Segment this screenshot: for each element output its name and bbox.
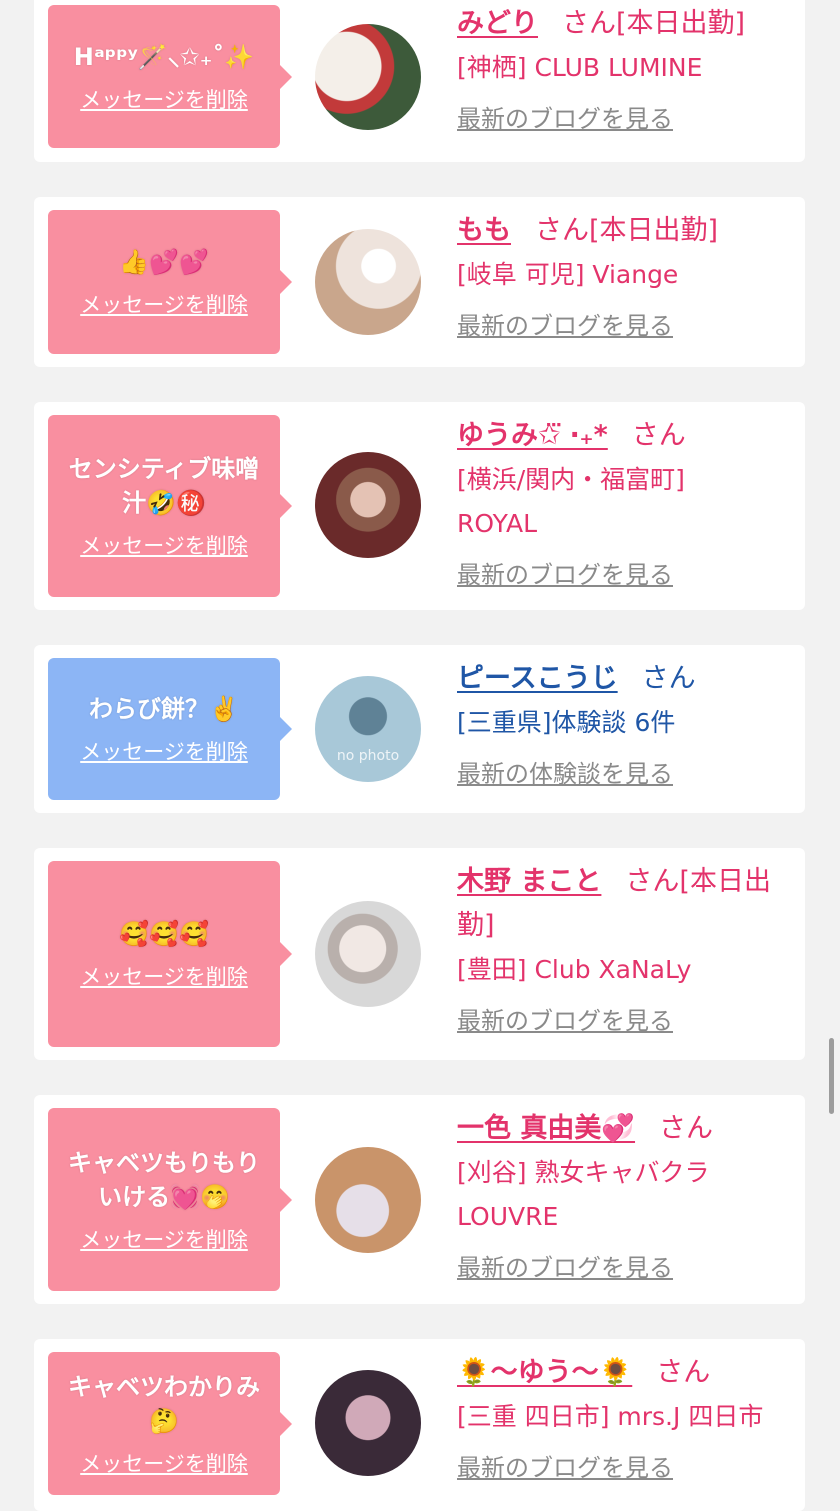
profile-info: もも さん[本日出勤] [岐阜 可児] Viange 最新のブログを見る — [457, 209, 795, 343]
shop-info: [岐阜 可児] Viange — [457, 260, 679, 289]
profile-name-link[interactable]: もも — [457, 215, 511, 246]
delete-message-link[interactable]: メッセージを削除 — [80, 1448, 248, 1478]
honorific: さん — [535, 215, 589, 246]
honorific: さん — [625, 866, 680, 897]
message-bubble: 🥰🥰🥰 メッセージを削除 — [48, 861, 292, 1047]
no-photo-label: no photo — [336, 748, 400, 764]
list-item: わらび餅？✌️ メッセージを削除 no photo ピースこうじ さん [三重県]… — [34, 645, 805, 813]
latest-blog-link[interactable]: 最新のブログを見る — [457, 1004, 795, 1038]
honorific: さん — [631, 420, 686, 451]
latest-blog-link[interactable]: 最新のブログを見る — [457, 102, 795, 136]
message-bubble: 👍💕💕 メッセージを削除 — [48, 210, 292, 354]
message-text: キャベツわかりみ🤔 — [68, 1372, 260, 1435]
message-text: キャベツもりもりいける💓🤭 — [68, 1148, 260, 1211]
shop-info: [横浜/関内・福富町] ROYAL — [457, 465, 685, 538]
shop-info: [三重 四日市] mrs.J 四日市 — [457, 1402, 764, 1431]
avatar[interactable] — [315, 1370, 421, 1476]
message-text: Hᵃᵖᵖʸ🪄⸜✩₊˚✨ — [73, 42, 255, 71]
message-text: わらび餅？✌️ — [89, 695, 239, 723]
avatar[interactable] — [315, 24, 421, 130]
avatar[interactable] — [315, 901, 421, 1007]
profile-info: ピースこうじ さん [三重県]体験談 6件 最新の体験談を見る — [457, 657, 795, 791]
list-item: キャベツもりもりいける💓🤭 メッセージを削除 一色 真由美💞 さん [刈谷] 熟女… — [34, 1095, 805, 1304]
profile-name-link[interactable]: 🌻〜ゆう〜🌻 — [457, 1357, 632, 1388]
message-bubble: キャベツわかりみ🤔 メッセージを削除 — [48, 1352, 292, 1495]
message-text: 🥰🥰🥰 — [119, 920, 209, 948]
latest-review-link[interactable]: 最新の体験談を見る — [457, 757, 795, 791]
avatar[interactable] — [315, 1147, 421, 1253]
honorific: さん — [659, 1113, 714, 1144]
status-badge: [本日出勤] — [589, 215, 719, 246]
shop-info: [豊田] Club XaNaLy — [457, 955, 692, 984]
delete-message-link[interactable]: メッセージを削除 — [80, 84, 248, 114]
delete-message-link[interactable]: メッセージを削除 — [80, 1224, 248, 1254]
avatar[interactable]: no photo — [315, 676, 421, 782]
message-bubble: センシティブ味噌汁🤣㊙️ メッセージを削除 — [48, 415, 292, 597]
delete-message-link[interactable]: メッセージを削除 — [80, 289, 248, 319]
profile-name-link[interactable]: ゆうみ✩⃛ ‧₊* — [457, 420, 608, 451]
message-text: 👍💕💕 — [119, 248, 209, 276]
message-text: センシティブ味噌汁🤣㊙️ — [68, 455, 260, 517]
avatar[interactable] — [315, 229, 421, 335]
profile-info: 🌻〜ゆう〜🌻 さん [三重 四日市] mrs.J 四日市 最新のブログを見る — [457, 1351, 795, 1485]
latest-blog-link[interactable]: 最新のブログを見る — [457, 558, 795, 592]
profile-name-link[interactable]: 木野 まこと — [457, 866, 601, 897]
profile-info: 一色 真由美💞 さん [刈谷] 熟女キャバクラ LOUVRE 最新のブログを見る — [457, 1107, 795, 1285]
status-badge: [本日出勤] — [616, 8, 746, 39]
profile-name-link[interactable]: 一色 真由美💞 — [457, 1113, 635, 1144]
latest-blog-link[interactable]: 最新のブログを見る — [457, 1251, 795, 1285]
list-item: Hᵃᵖᵖʸ🪄⸜✩₊˚✨ メッセージを削除 みどり さん[本日出勤] [神栖] CL… — [34, 0, 805, 162]
honorific: さん — [562, 8, 616, 39]
latest-blog-link[interactable]: 最新のブログを見る — [457, 1451, 795, 1485]
delete-message-link[interactable]: メッセージを削除 — [80, 530, 248, 560]
profile-info: みどり さん[本日出勤] [神栖] CLUB LUMINE 最新のブログを見る — [457, 2, 795, 136]
list-item: キャベツわかりみ🤔 メッセージを削除 🌻〜ゆう〜🌻 さん [三重 四日市] mrs… — [34, 1339, 805, 1511]
honorific: さん — [641, 663, 696, 694]
profile-info: ゆうみ✩⃛ ‧₊* さん [横浜/関内・福富町] ROYAL 最新のブログを見る — [457, 414, 795, 592]
list-item: センシティブ味噌汁🤣㊙️ メッセージを削除 ゆうみ✩⃛ ‧₊* さん [横浜/関内… — [34, 402, 805, 610]
review-info: [三重県]体験談 6件 — [457, 708, 676, 737]
list-item: 🥰🥰🥰 メッセージを削除 木野 まこと さん[本日出勤] [豊田] Club Xa… — [34, 848, 805, 1060]
message-bubble: わらび餅？✌️ メッセージを削除 — [48, 658, 292, 800]
delete-message-link[interactable]: メッセージを削除 — [80, 736, 248, 766]
profile-name-link[interactable]: みどり — [457, 8, 538, 39]
list-item: 👍💕💕 メッセージを削除 もも さん[本日出勤] [岐阜 可児] Viange 最… — [34, 197, 805, 367]
shop-info: [刈谷] 熟女キャバクラ LOUVRE — [457, 1158, 710, 1231]
shop-info: [神栖] CLUB LUMINE — [457, 53, 703, 82]
honorific: さん — [656, 1357, 711, 1388]
profile-name-link[interactable]: ピースこうじ — [457, 663, 618, 694]
message-bubble: キャベツもりもりいける💓🤭 メッセージを削除 — [48, 1108, 292, 1291]
profile-info: 木野 まこと さん[本日出勤] [豊田] Club XaNaLy 最新のブログを見… — [457, 860, 795, 1038]
avatar[interactable] — [315, 452, 421, 558]
delete-message-link[interactable]: メッセージを削除 — [80, 961, 248, 991]
scrollbar[interactable] — [829, 1038, 834, 1114]
message-bubble: Hᵃᵖᵖʸ🪄⸜✩₊˚✨ メッセージを削除 — [48, 5, 292, 148]
latest-blog-link[interactable]: 最新のブログを見る — [457, 309, 795, 343]
